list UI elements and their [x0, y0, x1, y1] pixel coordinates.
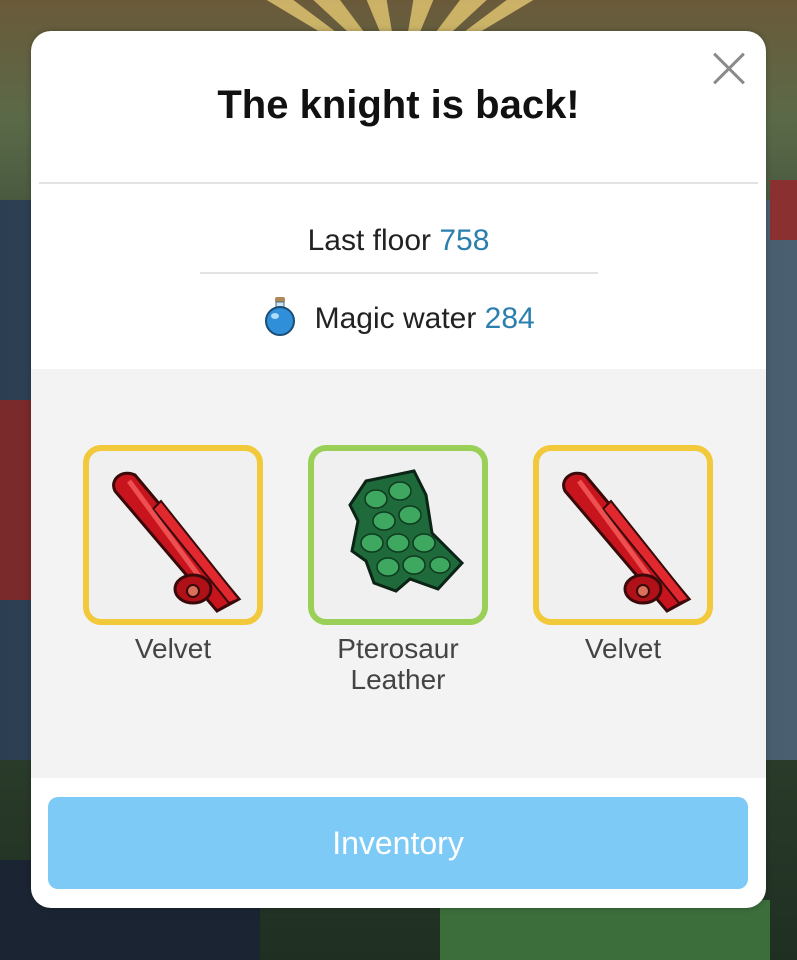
background-shape — [770, 180, 797, 240]
magic-water-value: 284 — [484, 302, 535, 335]
last-floor-label: Last floor — [307, 224, 431, 257]
reward-item-velvet[interactable]: Velvet — [528, 445, 718, 664]
item-frame — [83, 445, 263, 625]
item-frame — [533, 445, 713, 625]
item-name-line1: Pterosaur — [337, 633, 459, 664]
background-shape — [440, 900, 770, 960]
reward-items-panel: Velvet Pterosaur Leather Velvet — [31, 369, 766, 778]
return-reward-dialog: The knight is back! Last floor 758 Magic… — [31, 31, 766, 908]
velvet-roll-icon — [562, 471, 692, 613]
reward-item-pterosaur-leather[interactable]: Pterosaur Leather — [303, 445, 493, 695]
reward-item-velvet[interactable]: Velvet — [78, 445, 268, 664]
inventory-button[interactable]: Inventory — [48, 797, 748, 889]
last-floor-value: 758 — [439, 224, 490, 257]
item-name: Velvet — [134, 633, 212, 664]
magic-water-label: Magic water — [314, 302, 477, 335]
close-icon[interactable] — [711, 51, 747, 87]
potion-icon — [265, 297, 296, 336]
leather-icon — [348, 469, 465, 593]
item-name: Velvet — [584, 633, 662, 664]
magic-water-stat: Magic water 284 — [31, 296, 766, 336]
item-frame — [308, 445, 488, 625]
dialog-title: The knight is back! — [217, 83, 580, 127]
item-name: Pterosaur Leather — [303, 633, 493, 695]
title-divider — [39, 182, 758, 184]
item-name-line2: Leather — [350, 664, 446, 695]
last-floor-stat: Last floor 758 — [31, 224, 766, 258]
velvet-roll-icon — [112, 471, 242, 613]
stat-divider — [200, 272, 598, 274]
